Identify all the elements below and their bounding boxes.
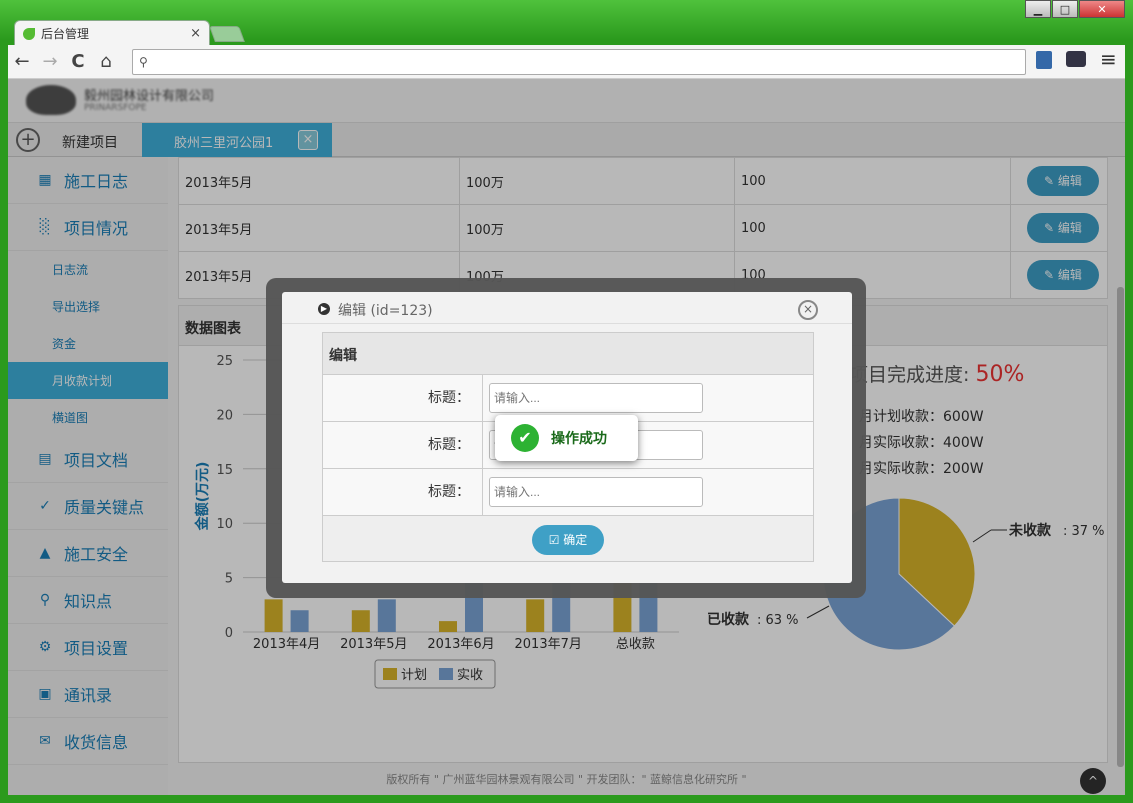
form-row: 标题：: [323, 469, 813, 516]
leaf-icon: [23, 27, 35, 40]
form-section-title: 编辑: [323, 333, 813, 375]
home-icon[interactable]: ⌂: [92, 51, 120, 72]
title-input[interactable]: [489, 477, 703, 507]
bookmark-icon[interactable]: [1036, 51, 1052, 69]
modal-id: (id=123): [370, 303, 433, 319]
modal-header: ▶ 编辑 (id=123) ×: [282, 292, 852, 324]
title-label: 标题：: [323, 375, 483, 421]
success-toast: ✔ 操作成功: [495, 415, 638, 461]
minimize-button[interactable]: ▁: [1025, 0, 1051, 18]
tab-title: 后台管理: [41, 27, 90, 41]
confirm-label: 确定: [563, 533, 588, 547]
camera-icon[interactable]: [1066, 51, 1086, 67]
check-circle-icon: ✔: [511, 424, 539, 452]
forward-icon[interactable]: →: [36, 51, 64, 72]
new-tab-button[interactable]: [209, 26, 245, 42]
form-actions: ☑ 确定: [323, 516, 813, 564]
search-icon: ⚲: [139, 55, 148, 69]
confirm-button[interactable]: ☑ 确定: [532, 525, 604, 555]
tab-close-icon[interactable]: ×: [190, 26, 201, 41]
reload-icon[interactable]: C: [64, 51, 92, 72]
arrow-right-icon: ▶: [318, 303, 330, 315]
browser-toolbar: ← → C ⌂ ⚲ ≡: [8, 45, 1125, 79]
modal-close-icon[interactable]: ×: [798, 300, 818, 320]
title-input[interactable]: [489, 383, 703, 413]
close-window-button[interactable]: ✕: [1079, 0, 1125, 18]
maximize-button[interactable]: □: [1052, 0, 1078, 18]
title-label: 标题：: [323, 422, 483, 468]
browser-tab[interactable]: 后台管理 ×: [14, 20, 210, 46]
menu-icon[interactable]: ≡: [1100, 47, 1117, 71]
toast-text: 操作成功: [551, 431, 607, 447]
window-controls: ▁ □ ✕: [1024, 0, 1125, 18]
back-icon[interactable]: ←: [8, 51, 36, 72]
title-label: 标题：: [323, 469, 483, 515]
modal-title: 编辑: [338, 303, 366, 319]
address-bar[interactable]: ⚲: [132, 49, 1026, 75]
